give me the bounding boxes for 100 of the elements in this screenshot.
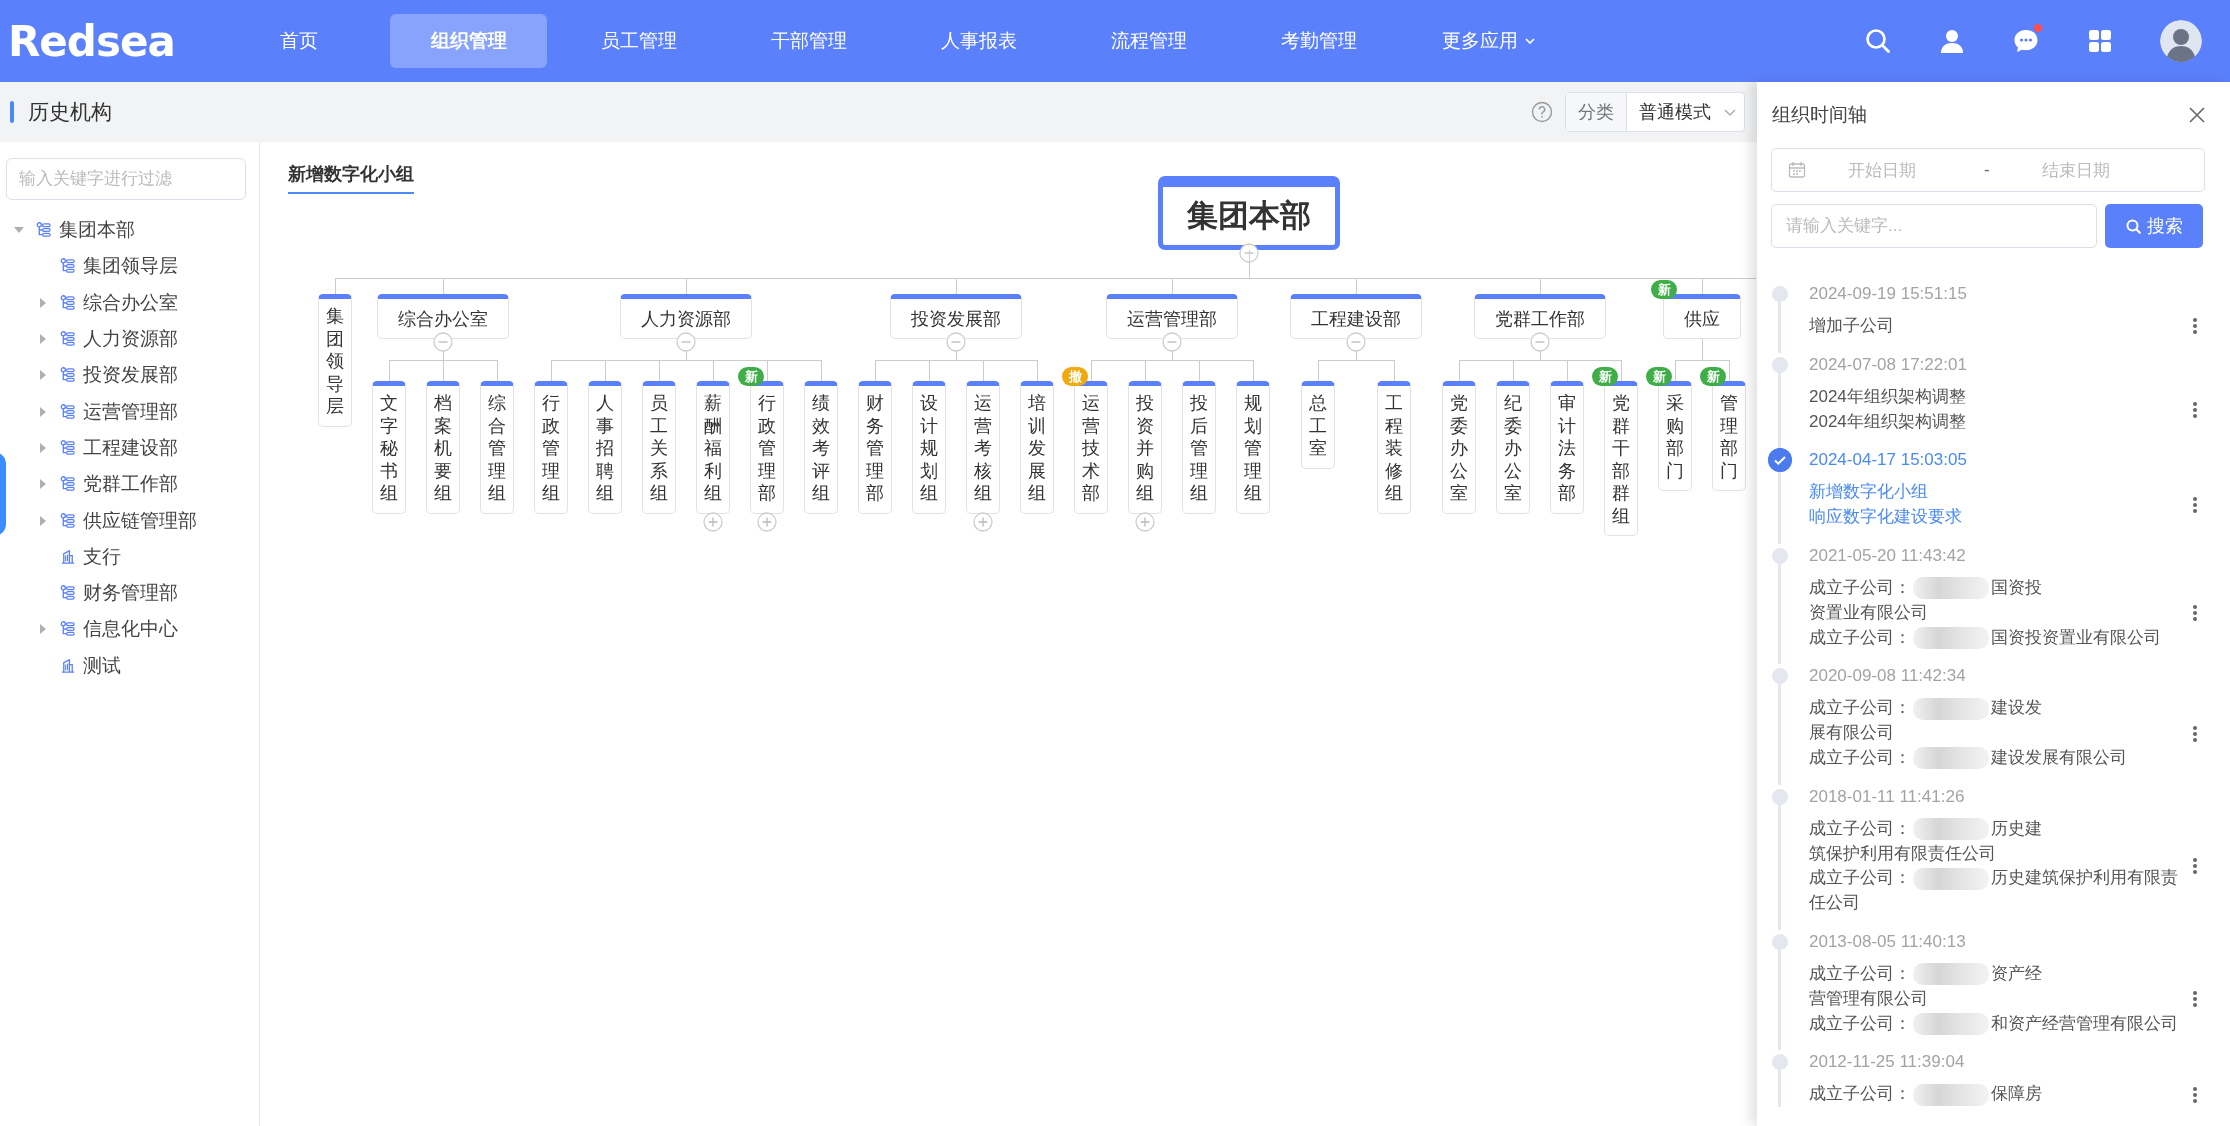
nav-tab[interactable]: 人事报表 bbox=[900, 14, 1057, 68]
tree-item[interactable]: 测试 bbox=[38, 647, 253, 684]
search-button[interactable]: 搜索 bbox=[2105, 204, 2203, 248]
nav-tab[interactable]: 更多应用 bbox=[1410, 14, 1567, 68]
caret-right-icon[interactable] bbox=[38, 406, 48, 417]
search-icon[interactable] bbox=[1864, 27, 1892, 55]
tree-item[interactable]: 人力资源部 bbox=[38, 320, 253, 358]
org-node[interactable]: 综合管理组 bbox=[480, 381, 514, 514]
more-icon[interactable] bbox=[2192, 1085, 2198, 1104]
org-node[interactable]: 投后管理组 bbox=[1182, 381, 1216, 514]
collapse-icon[interactable] bbox=[433, 332, 453, 352]
keyword-field[interactable]: 请输入关键字... bbox=[1771, 204, 2097, 248]
org-node[interactable]: 设计规划组 bbox=[912, 381, 946, 514]
org-node[interactable]: 投资发展部 bbox=[890, 294, 1022, 339]
logo[interactable]: Redsea bbox=[0, 16, 220, 66]
expand-icon[interactable] bbox=[757, 511, 777, 532]
more-icon[interactable] bbox=[2192, 604, 2198, 623]
tree-item[interactable]: 财务管理部 bbox=[38, 574, 253, 612]
timeline-dot[interactable] bbox=[1772, 788, 1788, 805]
org-node[interactable]: 工程装修组 bbox=[1377, 381, 1411, 514]
nav-tab[interactable]: 首页 bbox=[220, 14, 377, 68]
tree-item[interactable]: 供应链管理部 bbox=[38, 502, 253, 539]
org-node[interactable]: 工程建设部 bbox=[1290, 294, 1422, 339]
org-node[interactable]: 档案机要组 bbox=[426, 381, 460, 514]
caret-right-icon[interactable] bbox=[38, 624, 48, 635]
org-node[interactable]: 员工关系组 bbox=[642, 381, 676, 514]
help-icon[interactable] bbox=[1531, 101, 1553, 123]
org-node[interactable]: 文字秘书组 bbox=[372, 381, 406, 514]
more-icon[interactable] bbox=[2192, 990, 2198, 1009]
apps-grid-icon[interactable] bbox=[2086, 27, 2114, 55]
more-icon[interactable] bbox=[2192, 400, 2198, 419]
org-node[interactable]: 人力资源部 bbox=[620, 294, 752, 339]
root-node[interactable]: 集团本部 bbox=[1158, 176, 1340, 250]
close-icon[interactable] bbox=[2188, 106, 2206, 124]
org-node[interactable]: 党委办公室 bbox=[1442, 381, 1476, 514]
caret-right-icon[interactable] bbox=[38, 297, 48, 308]
timeline-dot[interactable] bbox=[1772, 668, 1788, 685]
org-node[interactable]: 绩效考评组 bbox=[804, 381, 838, 514]
org-node[interactable]: 行政管理组 bbox=[534, 381, 568, 514]
entry-text: 和资产经营管理有限公司 bbox=[1991, 1012, 2178, 1035]
tree-item[interactable]: 运营管理部 bbox=[38, 393, 253, 430]
collapse-icon[interactable] bbox=[1239, 243, 1259, 263]
collapse-icon[interactable] bbox=[676, 332, 696, 352]
category-select[interactable]: 分类 普通模式 bbox=[1565, 92, 1745, 132]
nav-tab[interactable]: 员工管理 bbox=[560, 14, 717, 68]
filter-field[interactable]: 输入关键字进行过滤 bbox=[6, 158, 246, 200]
collapse-icon[interactable] bbox=[946, 332, 966, 352]
org-node[interactable]: 投资并购组 bbox=[1128, 381, 1162, 514]
caret-right-icon[interactable] bbox=[38, 442, 48, 453]
timeline-dot[interactable] bbox=[1772, 356, 1788, 373]
collapse-icon[interactable] bbox=[1162, 332, 1182, 352]
chat-icon[interactable] bbox=[2012, 27, 2040, 55]
collapse-icon[interactable] bbox=[1346, 332, 1366, 352]
timeline-dot[interactable] bbox=[1772, 286, 1788, 302]
caret-right-icon[interactable] bbox=[38, 370, 48, 381]
expand-icon[interactable] bbox=[973, 511, 993, 532]
timeline-dot[interactable] bbox=[1772, 548, 1788, 564]
tree-item[interactable]: 集团领导层 bbox=[38, 248, 253, 285]
tree-item[interactable]: 工程建设部 bbox=[38, 429, 253, 467]
caret-right-icon[interactable] bbox=[38, 515, 48, 526]
org-node[interactable]: 运营考核组 bbox=[966, 381, 1000, 514]
org-node[interactable]: 总工室 bbox=[1301, 381, 1335, 469]
org-node[interactable]: 运营管理部 bbox=[1106, 294, 1238, 339]
more-icon[interactable] bbox=[2192, 724, 2198, 743]
check-dot-icon[interactable] bbox=[1768, 448, 1792, 473]
avatar[interactable] bbox=[2160, 20, 2202, 62]
nav-tab[interactable]: 干部管理 bbox=[730, 14, 887, 68]
org-node[interactable]: 纪委办公室 bbox=[1496, 381, 1530, 514]
more-icon[interactable] bbox=[2192, 496, 2198, 515]
org-node[interactable]: 集团领导层 bbox=[318, 294, 352, 427]
org-node[interactable]: 综合办公室 bbox=[377, 294, 509, 339]
more-icon[interactable] bbox=[2192, 317, 2198, 336]
nav-tab[interactable]: 考勤管理 bbox=[1240, 14, 1397, 68]
tree-item[interactable]: 集团本部 bbox=[14, 212, 253, 249]
user-icon[interactable] bbox=[1938, 27, 1966, 55]
org-node[interactable]: 党群工作部 bbox=[1474, 294, 1606, 339]
tree-item[interactable]: 信息化中心 bbox=[38, 611, 253, 648]
chart-tab[interactable]: 新增数字化小组 bbox=[288, 162, 414, 194]
node-label: 人事招聘组 bbox=[596, 392, 614, 505]
more-icon[interactable] bbox=[2192, 857, 2198, 876]
tree-item[interactable]: 投资发展部 bbox=[38, 357, 253, 394]
tree-item[interactable]: 党群工作部 bbox=[38, 466, 253, 503]
tree-item[interactable]: 综合办公室 bbox=[38, 284, 253, 321]
expand-icon[interactable] bbox=[1135, 511, 1155, 532]
timeline-dot[interactable] bbox=[1772, 1054, 1788, 1071]
org-node[interactable]: 财务管理部 bbox=[858, 381, 892, 514]
org-node[interactable]: 审计法务部 bbox=[1550, 381, 1584, 514]
tree-item[interactable]: 支行 bbox=[38, 538, 253, 575]
collapse-icon[interactable] bbox=[1530, 332, 1550, 352]
nav-tab[interactable]: 流程管理 bbox=[1070, 14, 1227, 68]
org-node[interactable]: 人事招聘组 bbox=[588, 381, 622, 514]
expand-icon[interactable] bbox=[703, 511, 723, 532]
org-node[interactable]: 培训发展组 bbox=[1020, 381, 1054, 514]
date-range-field[interactable]: 开始日期 - 结束日期 bbox=[1771, 148, 2205, 192]
timeline-dot[interactable] bbox=[1772, 933, 1788, 950]
org-tree-icon bbox=[60, 585, 76, 602]
caret-right-icon[interactable] bbox=[38, 334, 48, 345]
caret-right-icon[interactable] bbox=[38, 479, 48, 490]
org-node[interactable]: 薪酬福利组 bbox=[696, 381, 730, 514]
org-node[interactable]: 规划管理组 bbox=[1236, 381, 1270, 514]
